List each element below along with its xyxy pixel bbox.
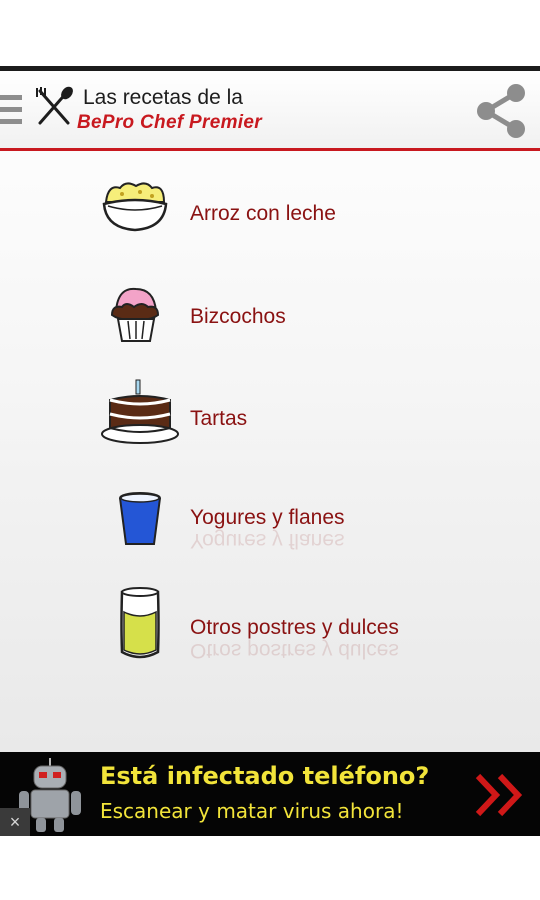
category-label: Otros postres y dulces [190, 616, 399, 639]
double-chevron-right-icon[interactable] [470, 772, 530, 818]
category-label-reflection: Yogures y flanes [190, 529, 345, 552]
category-label-reflection: Otros postres y dulces [190, 639, 399, 662]
crossed-utensils-icon [36, 86, 73, 125]
category-label: Bizcochos [190, 305, 286, 328]
blue-cup-icon [119, 492, 161, 545]
rice-pudding-bowl-icon [102, 182, 168, 232]
category-label: Tartas [190, 407, 248, 430]
birthday-cake-icon [101, 379, 179, 444]
ad-close-button[interactable]: × [0, 808, 30, 836]
category-label: Yogures y flanes [190, 506, 345, 529]
ad-banner[interactable]: × Está infectado teléfono? Escanear y ma… [0, 752, 540, 836]
app-header: Las recetas de la BePro Chef Premier [0, 71, 540, 151]
category-label: Arroz con leche [190, 202, 336, 225]
category-arroz-con-leche[interactable]: Arroz con leche [100, 178, 500, 258]
category-tartas[interactable]: Tartas [100, 378, 500, 458]
category-yogures-y-flanes[interactable]: Yogures y flanes Yogures y flanes [100, 490, 500, 570]
share-icon[interactable] [472, 81, 528, 141]
ad-headline: Está infectado teléfono? [100, 762, 430, 790]
category-otros-postres-y-dulces[interactable]: Otros postres y dulces Otros postres y d… [100, 586, 500, 666]
hamburger-icon[interactable] [0, 95, 22, 129]
cupcake-icon [110, 287, 160, 342]
ad-subtext: Escanear y matar virus ahora! [100, 799, 404, 823]
app-title-line2: BePro Chef Premier [77, 112, 262, 133]
app-title-line1: Las recetas de la [83, 86, 243, 109]
glass-drink-icon [120, 587, 160, 659]
category-bizcochos[interactable]: Bizcochos [100, 281, 500, 361]
app-screen: Las recetas de la BePro Chef Premier Arr… [0, 66, 540, 836]
